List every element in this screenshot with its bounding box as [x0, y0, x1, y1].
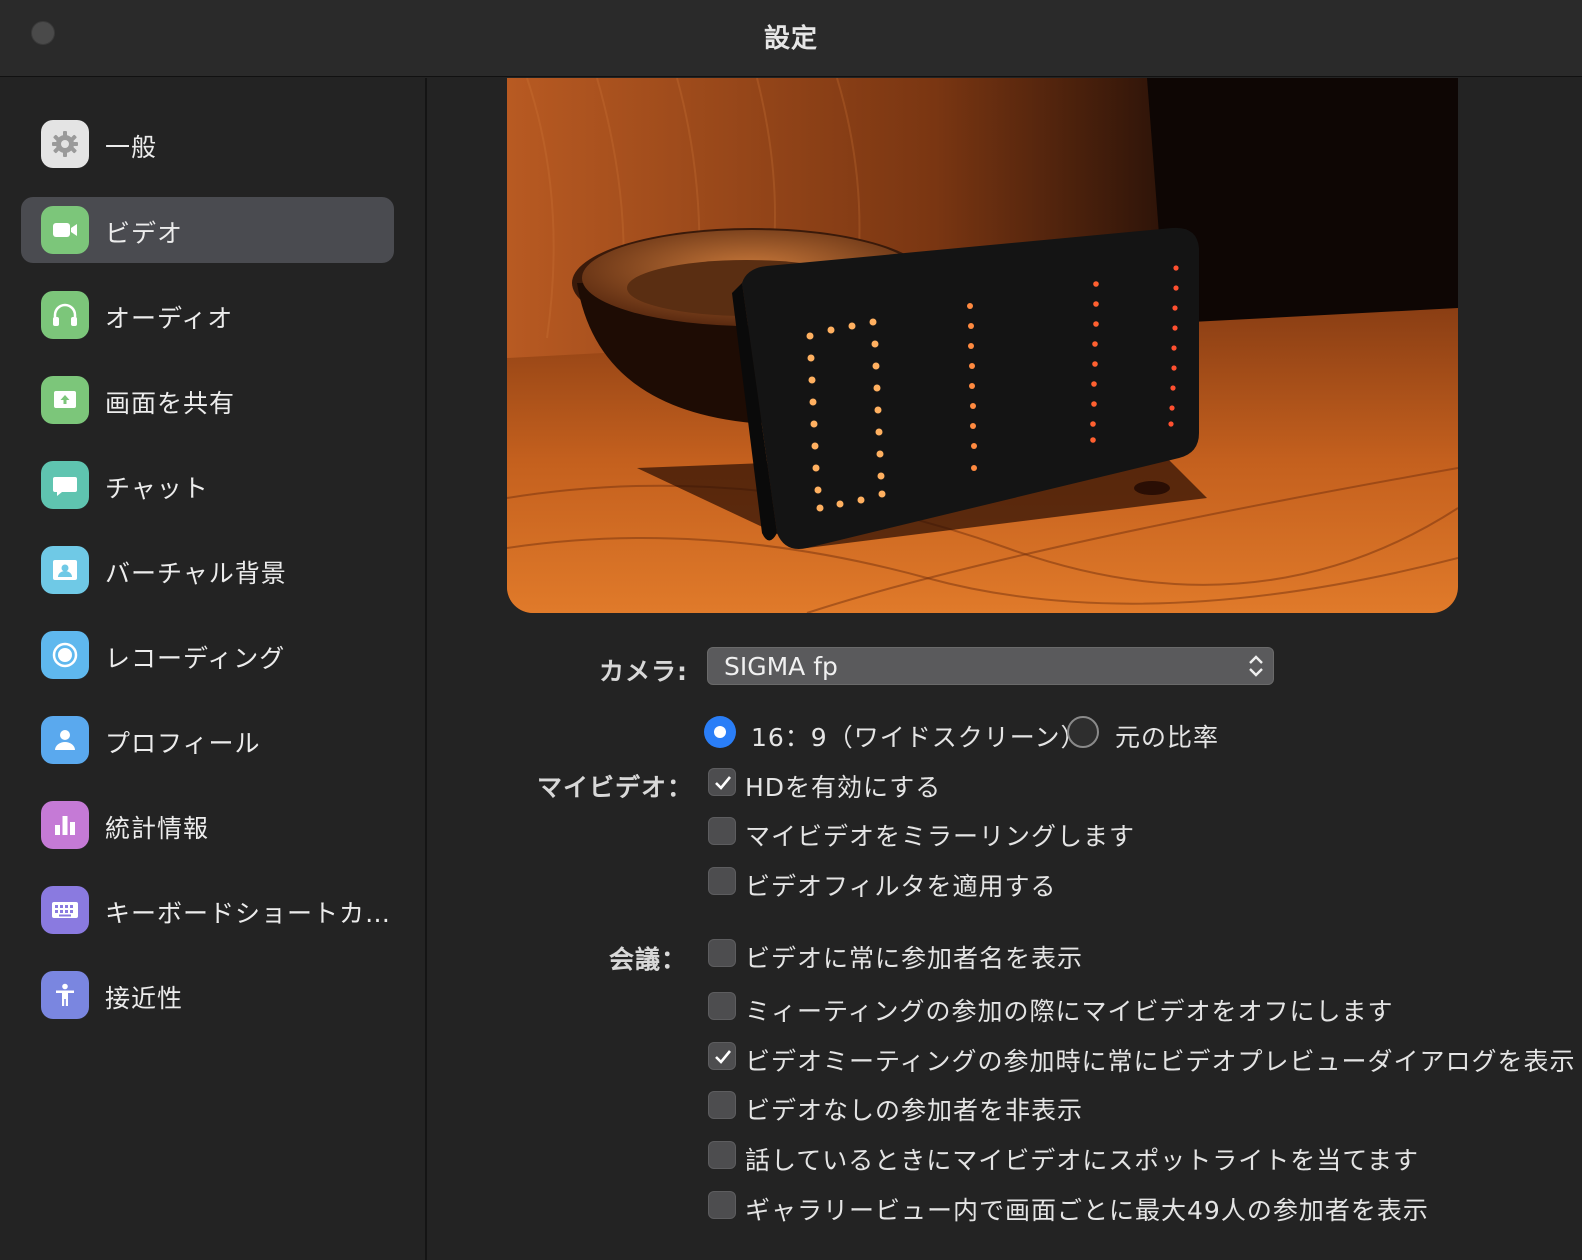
- hd-label: HDを有効にする: [745, 773, 942, 802]
- spotlight-self-label: 話しているときにマイビデオにスポットライトを当てます: [745, 1146, 1420, 1175]
- bar-chart-icon: [41, 801, 89, 849]
- video-preview-dialog-checkbox[interactable]: [708, 1042, 736, 1070]
- camera-select[interactable]: SIGMA fp: [707, 647, 1274, 685]
- video-off-on-join-label: ミィーティングの参加の際にマイビデオをオフにします: [745, 997, 1394, 1026]
- sidebar-item-accessibility[interactable]: 接近性: [21, 962, 394, 1028]
- sidebar-item-label: ビデオ: [105, 219, 184, 248]
- meeting-label: 会議：: [609, 945, 688, 974]
- video-filter-label: ビデオフィルタを適用する: [745, 872, 1057, 901]
- sidebar-item-label: オーディオ: [105, 304, 234, 333]
- gear-icon: [41, 120, 89, 168]
- sidebar-item-label: 統計情報: [105, 814, 210, 843]
- share-screen-icon: [41, 376, 89, 424]
- my-video-label: マイビデオ：: [537, 773, 694, 802]
- sidebar-item-keyboard-shortcuts[interactable]: キーボードショートカ…: [21, 877, 394, 943]
- virtual-background-icon: [41, 546, 89, 594]
- camera-select-value: SIGMA fp: [724, 652, 838, 681]
- checkmark-icon: [715, 1050, 732, 1064]
- sidebar-item-label: 一般: [105, 133, 158, 162]
- sidebar-item-label: 画面を共有: [105, 389, 236, 418]
- gallery-49-checkbox[interactable]: [708, 1191, 736, 1219]
- camera-label: カメラ:: [599, 657, 688, 686]
- sidebar-item-label: バーチャル背景: [105, 559, 287, 588]
- hide-non-video-checkbox[interactable]: [708, 1091, 736, 1119]
- record-icon: [41, 631, 89, 679]
- sidebar-item-label: プロフィール: [105, 729, 261, 758]
- spotlight-self-checkbox[interactable]: [708, 1141, 736, 1169]
- sidebar-item-statistics[interactable]: 統計情報: [21, 792, 394, 858]
- sidebar-item-share-screen[interactable]: 画面を共有: [21, 367, 394, 433]
- aspect-wide-label: 16：9（ワイドスクリーン）: [751, 723, 1087, 752]
- select-chevrons-icon: [1249, 655, 1263, 677]
- always-show-names-checkbox[interactable]: [708, 939, 736, 967]
- sidebar-item-audio[interactable]: オーディオ: [21, 282, 394, 348]
- profile-icon: [41, 716, 89, 764]
- headphones-icon: [41, 291, 89, 339]
- sidebar-item-chat[interactable]: チャット: [21, 452, 394, 518]
- sidebar-item-label: キーボードショートカ…: [105, 899, 392, 928]
- sidebar-item-virtual-background[interactable]: バーチャル背景: [21, 537, 394, 603]
- sidebar-item-recording[interactable]: レコーディング: [21, 622, 394, 688]
- sidebar-item-label: チャット: [105, 474, 209, 503]
- video-camera-icon: [41, 206, 89, 254]
- video-filter-checkbox[interactable]: [708, 867, 736, 895]
- video-preview-dialog-label: ビデオミーティングの参加時に常にビデオプレビューダイアログを表示: [745, 1047, 1576, 1076]
- sidebar-item-label: レコーディング: [105, 644, 286, 673]
- hd-checkbox[interactable]: [708, 768, 736, 796]
- accessibility-icon: [41, 971, 89, 1019]
- sidebar-item-profile[interactable]: プロフィール: [21, 707, 394, 773]
- aspect-wide-radio[interactable]: [704, 716, 736, 748]
- title-bar: 設定: [0, 0, 1582, 77]
- always-show-names-label: ビデオに常に参加者名を表示: [745, 944, 1084, 973]
- settings-window: 設定 一般 ビデオ オーディオ 画面を共有 チャット バーチャル背景 レコーディ…: [0, 0, 1582, 1260]
- keyboard-icon: [41, 886, 89, 934]
- hide-non-video-label: ビデオなしの参加者を非表示: [745, 1096, 1084, 1125]
- settings-sidebar: 一般 ビデオ オーディオ 画面を共有 チャット バーチャル背景 レコーディング …: [0, 78, 427, 1260]
- mirror-video-checkbox[interactable]: [708, 817, 736, 845]
- camera-preview: [507, 78, 1458, 613]
- chat-bubble-icon: [41, 461, 89, 509]
- checkmark-icon: [715, 776, 732, 790]
- video-settings-panel: カメラ: SIGMA fp 16：9（ワイドスクリーン） 元の比率 マイビデオ：…: [429, 78, 1582, 1260]
- sidebar-item-label: 接近性: [105, 984, 184, 1013]
- aspect-original-radio[interactable]: [1067, 716, 1099, 748]
- video-off-on-join-checkbox[interactable]: [708, 992, 736, 1020]
- gallery-49-label: ギャラリービュー内で画面ごとに最大49人の参加者を表示: [745, 1196, 1429, 1225]
- aspect-original-label: 元の比率: [1115, 723, 1220, 752]
- sidebar-item-general[interactable]: 一般: [21, 111, 394, 177]
- window-title: 設定: [763, 24, 818, 54]
- mirror-video-label: マイビデオをミラーリングします: [745, 822, 1136, 851]
- sidebar-item-video[interactable]: ビデオ: [21, 197, 394, 263]
